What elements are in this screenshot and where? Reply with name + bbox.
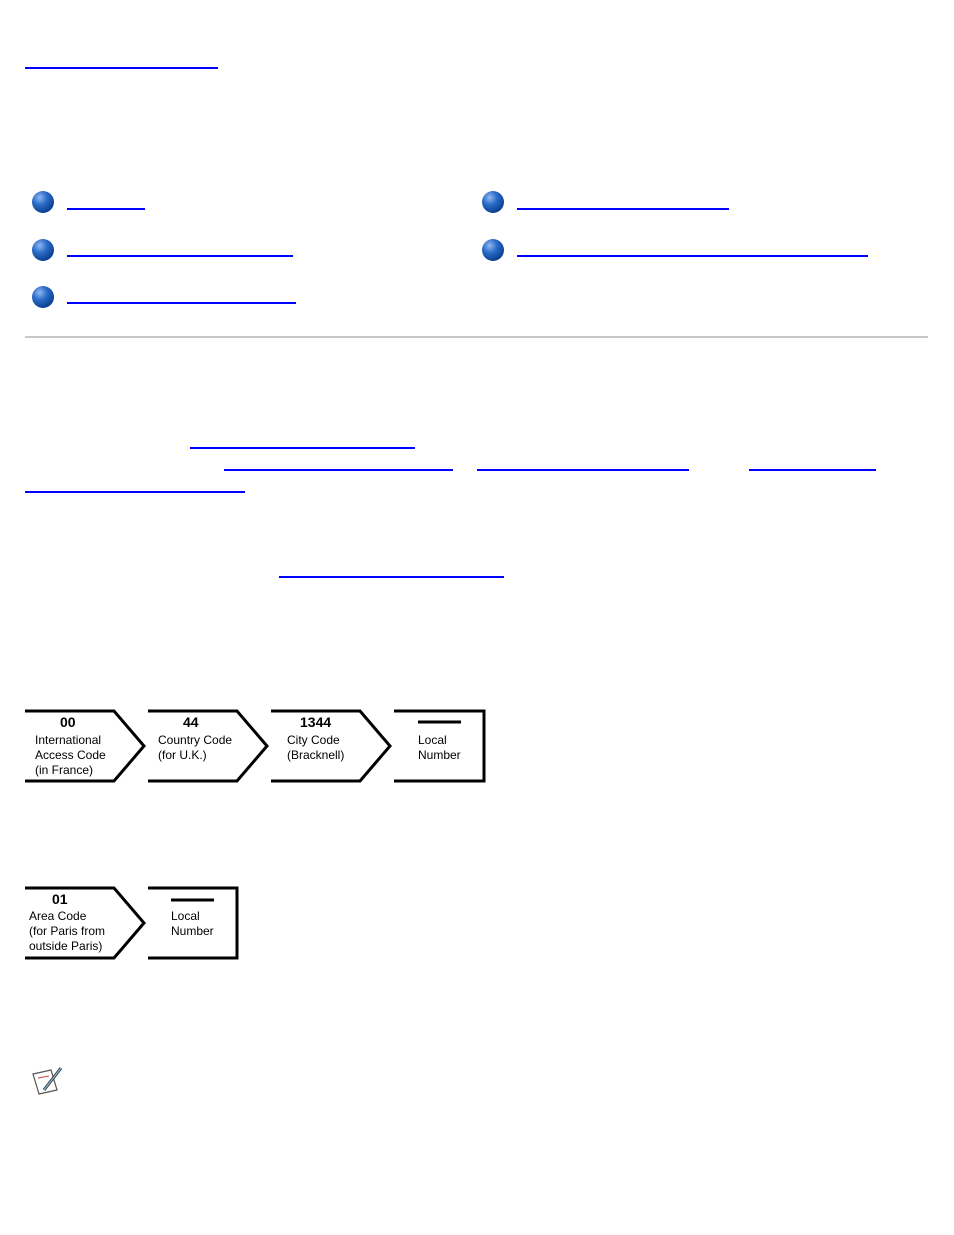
code: 1344: [300, 714, 332, 730]
note-pencil-icon: [32, 1067, 63, 1095]
label: Local Number: [418, 733, 461, 762]
label: City Code (Bracknell): [287, 733, 345, 762]
code: 44: [183, 714, 199, 730]
label: International Access Code (in France): [35, 733, 106, 777]
label: Area Code (for Paris from outside Paris): [29, 909, 106, 953]
dialing-diagrams: [25, 709, 486, 960]
label: Country Code (for U.K.): [158, 733, 233, 762]
code: 00: [60, 714, 76, 730]
label: Local Number: [171, 909, 214, 938]
code: 01: [52, 891, 68, 907]
